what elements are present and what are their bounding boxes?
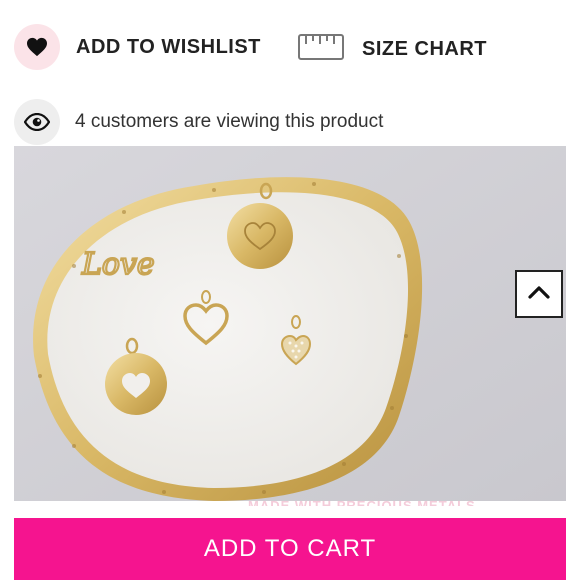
size-chart-button[interactable]: SIZE CHART — [298, 34, 487, 65]
size-chart-label: SIZE CHART — [362, 38, 487, 60]
scroll-to-top-button[interactable] — [515, 270, 563, 318]
ruler-icon — [298, 34, 344, 65]
viewers-text: 4 customers are viewing this product — [75, 111, 384, 132]
add-to-wishlist-button[interactable]: ADD TO WISHLIST — [14, 24, 261, 70]
eye-icon — [14, 99, 60, 145]
charm-text: Love — [81, 247, 155, 282]
viewers-notice: 4 customers are viewing this product — [14, 99, 383, 145]
love-charm: Love — [80, 246, 156, 283]
wishlist-label: ADD TO WISHLIST — [76, 35, 261, 58]
add-to-cart-button[interactable]: ADD TO CART — [14, 518, 566, 580]
chevron-up-icon — [527, 284, 551, 305]
heart-icon — [14, 24, 60, 70]
product-image: Love — [14, 146, 566, 501]
